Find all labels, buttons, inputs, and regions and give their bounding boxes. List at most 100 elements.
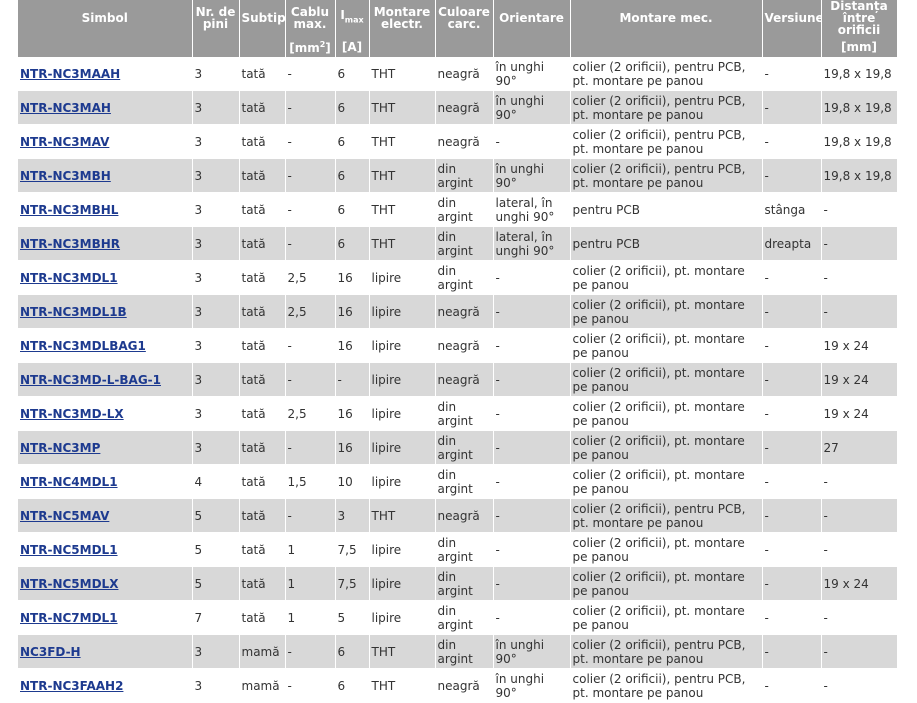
table-row: NTR-NC3MDLBAG1 3 tată -16 lipire neagră - colie… bbox=[18, 328, 898, 363]
product-link[interactable]: NTR-NC3FAAH2 bbox=[20, 679, 123, 693]
pins-cell: 5 bbox=[192, 532, 240, 567]
pins-cell: 3 bbox=[192, 226, 240, 261]
symbol-cell: NTR-NC5MDLX bbox=[18, 566, 193, 601]
table-row: NTR-NC5MDLX 5 tată 1 7,5 lipire din argint - col… bbox=[18, 566, 898, 601]
imax-cell: - bbox=[335, 362, 370, 397]
header-mechanical-mounting[interactable]: Montare mec. bbox=[570, 0, 763, 36]
header-orientation[interactable]: Orientare bbox=[493, 0, 571, 36]
pins-cell: 3 bbox=[192, 192, 240, 227]
hole-spacing-cell: - bbox=[821, 226, 898, 261]
housing-color-cell: neagră bbox=[435, 294, 494, 329]
pins-cell: 3 bbox=[192, 430, 240, 465]
product-link[interactable]: NTR-NC3MAAH bbox=[20, 67, 120, 81]
version-cell: - bbox=[762, 294, 822, 329]
product-link[interactable]: NTR-NC4MDL1 bbox=[20, 475, 118, 489]
product-link[interactable]: NTR-NC5MAV bbox=[20, 509, 109, 523]
cable-cell: - bbox=[285, 57, 336, 91]
symbol-cell: NTR-NC3MD-LX bbox=[18, 396, 193, 431]
header-pins[interactable]: Nr. de pini bbox=[192, 0, 240, 36]
symbol-cell: NTR-NC3MD-L-BAG-1 bbox=[18, 362, 193, 397]
product-link[interactable]: NTR-NC3MAH bbox=[20, 101, 111, 115]
pins-cell: 7 bbox=[192, 600, 240, 635]
product-link[interactable]: NTR-NC3MD-L-BAG-1 bbox=[20, 373, 161, 387]
subtype-cell: tată bbox=[239, 192, 286, 227]
product-link[interactable]: NTR-NC3MDL1B bbox=[20, 305, 127, 319]
housing-color-cell: neagră bbox=[435, 328, 494, 363]
product-link[interactable]: NTR-NC7MDL1 bbox=[20, 611, 118, 625]
hole-spacing-cell: - bbox=[821, 260, 898, 295]
unit-spacing: [mm] bbox=[821, 36, 898, 57]
header-hole-spacing[interactable]: Distanța între orificii bbox=[821, 0, 898, 36]
hole-spacing-cell: - bbox=[821, 294, 898, 329]
housing-color-cell: din argint bbox=[435, 226, 494, 261]
product-link[interactable]: NC3FD-H bbox=[20, 645, 81, 659]
header-imax[interactable]: Imax bbox=[335, 0, 370, 36]
mechanical-mounting-cell: colier (2 orificii), pentru PCB, pt. mon… bbox=[570, 124, 763, 159]
version-cell: - bbox=[762, 124, 822, 159]
product-link[interactable]: NTR-NC3MBHL bbox=[20, 203, 118, 217]
header-version[interactable]: Versiune bbox=[762, 0, 822, 36]
header-cable-max[interactable]: Cablu max. bbox=[285, 0, 336, 36]
pins-cell: 3 bbox=[192, 362, 240, 397]
cable-cell: 1 bbox=[285, 600, 336, 635]
table-row: NTR-NC5MDL1 5 tată 1 7,5 lipire din argint - col… bbox=[18, 532, 898, 567]
version-cell: dreapta bbox=[762, 226, 822, 261]
product-link[interactable]: NTR-NC3MBH bbox=[20, 169, 111, 183]
product-link[interactable]: NTR-NC3MD-LX bbox=[20, 407, 124, 421]
housing-color-cell: din argint bbox=[435, 600, 494, 635]
subtype-cell: tată bbox=[239, 328, 286, 363]
mechanical-mounting-cell: colier (2 orificii), pt. montare pe pano… bbox=[570, 260, 763, 295]
imax-cell: 6 bbox=[335, 226, 370, 261]
electrical-mounting-cell: THT bbox=[369, 668, 436, 703]
imax-cell: 6 bbox=[335, 124, 370, 159]
version-cell: - bbox=[762, 566, 822, 601]
orientation-cell: - bbox=[493, 124, 571, 159]
hole-spacing-cell: 27 bbox=[821, 430, 898, 465]
table-row: NTR-NC3MAV 3 tată -6 THT neagră - colier (2 ori… bbox=[18, 124, 898, 159]
subtype-cell: tată bbox=[239, 57, 286, 91]
product-link[interactable]: NTR-NC3MDLBAG1 bbox=[20, 339, 146, 353]
orientation-cell: - bbox=[493, 430, 571, 465]
cable-cell: - bbox=[285, 226, 336, 261]
pins-cell: 5 bbox=[192, 566, 240, 601]
cable-cell: 2,5 bbox=[285, 396, 336, 431]
subtype-cell: tată bbox=[239, 464, 286, 499]
product-link[interactable]: NTR-NC3MP bbox=[20, 441, 100, 455]
electrical-mounting-cell: THT bbox=[369, 498, 436, 533]
housing-color-cell: din argint bbox=[435, 158, 494, 193]
product-link[interactable]: NTR-NC3MBHR bbox=[20, 237, 120, 251]
pins-cell: 3 bbox=[192, 57, 240, 91]
housing-color-cell: din argint bbox=[435, 464, 494, 499]
symbol-cell: NTR-NC3MBHR bbox=[18, 226, 193, 261]
electrical-mounting-cell: lipire bbox=[369, 430, 436, 465]
table-units-row: [mm2] [A] [mm] bbox=[18, 36, 898, 57]
housing-color-cell: neagră bbox=[435, 498, 494, 533]
version-cell: - bbox=[762, 634, 822, 669]
product-link[interactable]: NTR-NC5MDLX bbox=[20, 577, 118, 591]
cable-cell: 1 bbox=[285, 532, 336, 567]
table-row: NTR-NC7MDL1 7 tată 1 5 lipire din argint - colie… bbox=[18, 600, 898, 635]
product-link[interactable]: NTR-NC3MAV bbox=[20, 135, 109, 149]
header-housing-color[interactable]: Culoare carc. bbox=[435, 0, 494, 36]
header-subtype[interactable]: Subtip bbox=[239, 0, 286, 36]
mechanical-mounting-cell: colier (2 orificii), pentru PCB, pt. mon… bbox=[570, 57, 763, 91]
imax-cell: 16 bbox=[335, 396, 370, 431]
product-link[interactable]: NTR-NC5MDL1 bbox=[20, 543, 118, 557]
imax-cell: 6 bbox=[335, 158, 370, 193]
cable-cell: 1 bbox=[285, 566, 336, 601]
hole-spacing-cell: 19,8 x 19,8 bbox=[821, 90, 898, 125]
hole-spacing-cell: - bbox=[821, 532, 898, 567]
header-electrical-mounting[interactable]: Montare electr. bbox=[369, 0, 436, 36]
subtype-cell: tată bbox=[239, 158, 286, 193]
table-row: NTR-NC3MAAH 3 tată -6 THT neagră în unghi 90° c… bbox=[18, 57, 898, 91]
product-link[interactable]: NTR-NC3MDL1 bbox=[20, 271, 118, 285]
version-cell: - bbox=[762, 396, 822, 431]
header-symbol[interactable]: Simbol bbox=[18, 0, 193, 36]
subtype-cell: tată bbox=[239, 430, 286, 465]
housing-color-cell: din argint bbox=[435, 430, 494, 465]
orientation-cell: - bbox=[493, 600, 571, 635]
subtype-cell: tată bbox=[239, 124, 286, 159]
table-row: NTR-NC3MBH 3 tată -6 THT din argint în unghi 9… bbox=[18, 158, 898, 193]
orientation-cell: - bbox=[493, 328, 571, 363]
orientation-cell: în unghi 90° bbox=[493, 634, 571, 669]
